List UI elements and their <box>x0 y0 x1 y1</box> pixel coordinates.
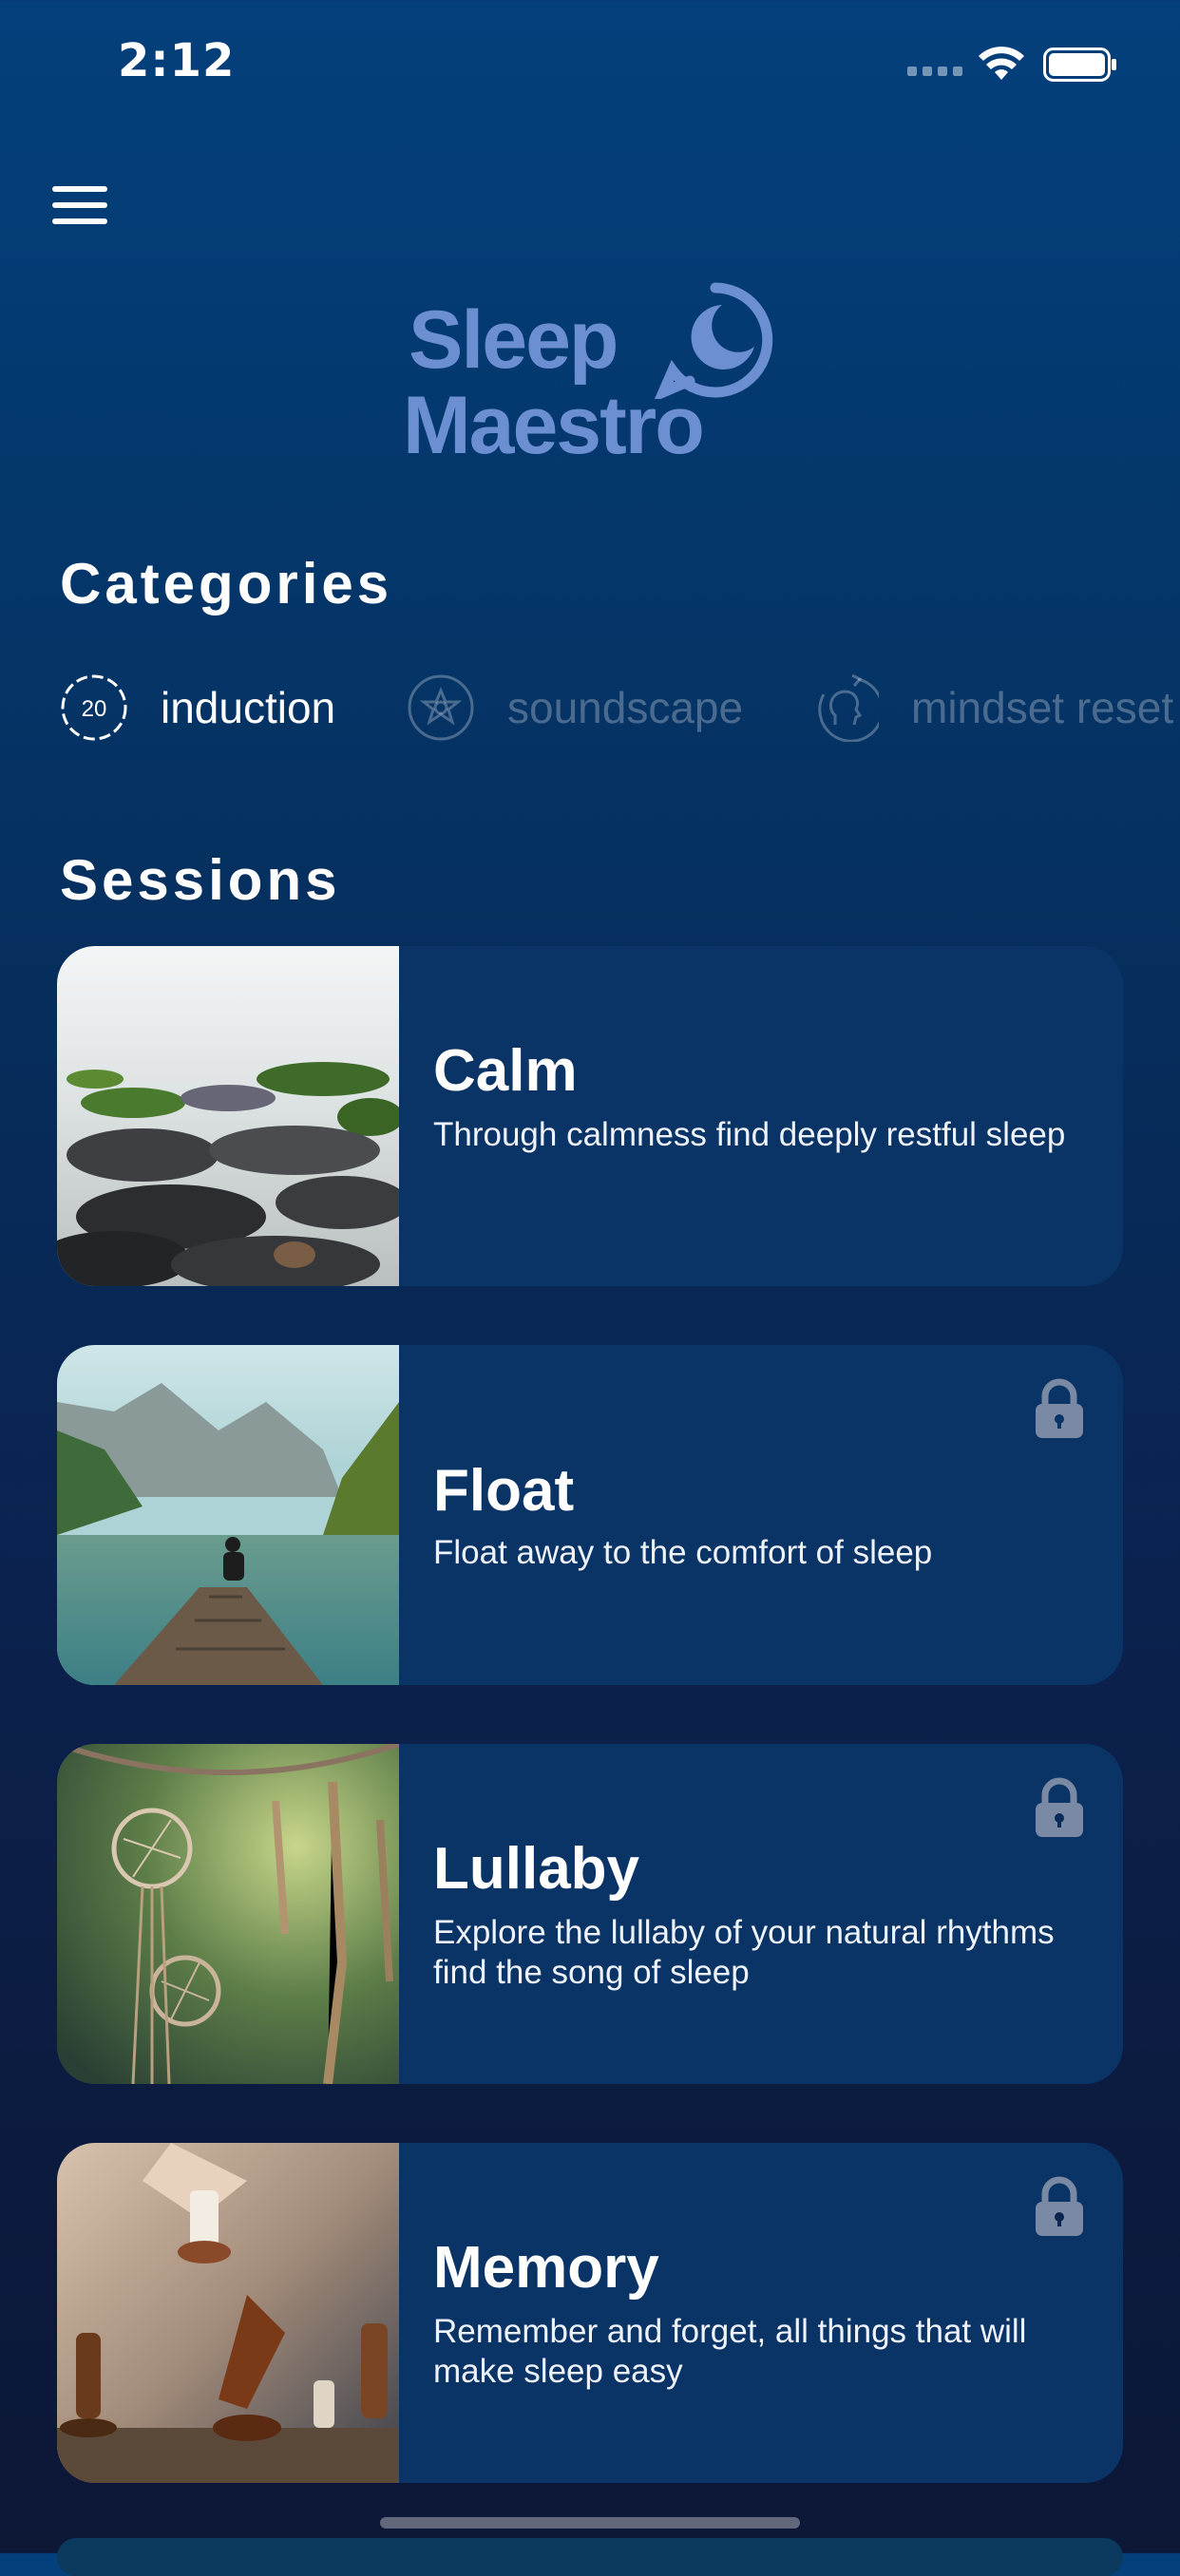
lock-icon <box>1036 1378 1083 1438</box>
session-card-lullaby[interactable]: Lullaby Explore the lullaby of your natu… <box>57 1744 1123 2084</box>
categories-heading: Categories <box>60 552 393 616</box>
session-card-partial[interactable] <box>57 2538 1123 2576</box>
session-title: Lullaby <box>433 1836 640 1902</box>
category-soundscape[interactable]: soundscape <box>407 671 743 745</box>
wifi-icon <box>979 47 1024 80</box>
session-card-memory[interactable]: Memory Remember and forget, all things t… <box>57 2143 1123 2483</box>
home-indicator[interactable] <box>380 2517 800 2529</box>
session-description: Remember and forget, all things that wil… <box>433 2313 1027 2390</box>
battery-icon <box>1043 47 1116 82</box>
session-image <box>57 1744 399 2084</box>
session-card-calm[interactable]: Calm Through calmness find deeply restfu… <box>57 946 1123 1286</box>
status-bar: 2:12 <box>0 0 1180 133</box>
cellular-signal-icon <box>907 66 962 76</box>
lock-icon <box>1036 2176 1083 2236</box>
status-time: 2:12 <box>118 34 236 87</box>
category-label: soundscape <box>507 683 744 732</box>
moon-icon <box>654 282 773 399</box>
category-induction[interactable]: 20 induction <box>60 671 335 745</box>
lock-icon <box>1036 1777 1083 1837</box>
head-refresh-icon <box>818 673 879 742</box>
category-label: mindset reset <box>911 683 1174 732</box>
session-title: Calm <box>433 1038 578 1104</box>
session-description: Explore the lullaby of your natural rhyt… <box>433 1914 1055 1991</box>
session-image <box>57 946 399 1286</box>
timer-icon-text: 20 <box>82 696 107 722</box>
sessions-heading: Sessions <box>60 848 341 912</box>
timer-20-icon: 20 <box>61 674 127 741</box>
session-image <box>57 1345 399 1685</box>
sleep-maestro-logo: Sleep Maestro <box>399 280 779 480</box>
session-title: Memory <box>433 2235 659 2301</box>
session-title: Float <box>433 1458 575 1524</box>
logo-text-sleep: Sleep <box>409 294 619 386</box>
session-description: Float away to the comfort of sleep <box>433 1534 933 1571</box>
category-label: induction <box>161 683 336 732</box>
session-card-float[interactable]: Float Float away to the comfort of sleep <box>57 1345 1123 1685</box>
categories-list: 20 induction soundscape mindset reset <box>60 671 1180 745</box>
session-image <box>57 2143 399 2483</box>
category-mindset-reset[interactable]: mindset reset <box>810 671 1173 745</box>
session-description: Through calmness find deeply restful sle… <box>433 1116 1066 1153</box>
menu-button[interactable] <box>52 186 107 224</box>
flower-icon <box>408 674 474 741</box>
